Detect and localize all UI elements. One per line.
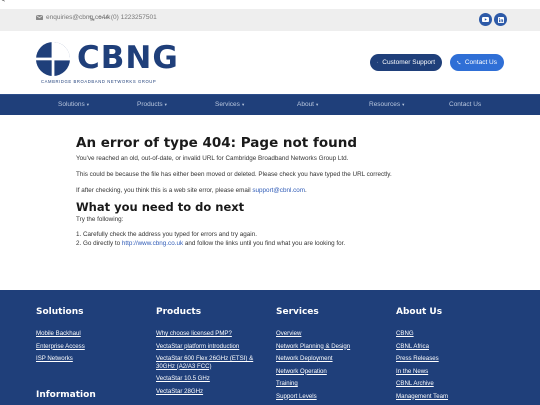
- nav-label: Solutions: [58, 101, 85, 108]
- footer-link[interactable]: Support Levels: [276, 393, 350, 401]
- phone-icon: [89, 14, 95, 21]
- nav-label: Products: [137, 101, 163, 108]
- footer-link[interactable]: Overview: [276, 330, 350, 338]
- paragraph-text: .: [305, 187, 307, 194]
- cbng-homepage-link[interactable]: http://www.cbng.co.uk: [122, 240, 183, 247]
- footer-link[interactable]: Enterprise Access: [36, 343, 85, 351]
- footer-link[interactable]: Press Releases: [396, 355, 448, 363]
- footer-heading-information: Information: [36, 390, 96, 400]
- step-1: 1. Carefully check the address you typed…: [76, 231, 257, 238]
- main-navigation: Solutions ▾ Products ▾ Services ▾ About ▾ Re…: [0, 94, 540, 115]
- footer-link[interactable]: Network Planning & Design: [276, 343, 350, 351]
- site-footer: Solutions Mobile Backhaul Enterprise Acc…: [0, 290, 540, 405]
- footer-link[interactable]: Network Deployment: [276, 355, 350, 363]
- customer-support-label: Customer Support: [382, 59, 435, 66]
- caret-down-icon: ▾: [316, 102, 319, 107]
- nav-label: About: [297, 101, 314, 108]
- site-header: CBNG CAMBRIDGE BROADBAND NETWORKS GROUP …: [0, 31, 540, 94]
- nav-item-about[interactable]: About ▾: [297, 101, 318, 108]
- nav-item-services[interactable]: Services ▾: [215, 101, 244, 108]
- nav-label: Resources: [369, 101, 401, 108]
- footer-heading: About Us: [396, 307, 443, 317]
- support-email-link[interactable]: support@cbnl.com: [252, 187, 305, 194]
- corner-mark: <: [1, 0, 6, 4]
- nav-label: Services: [215, 101, 240, 108]
- next-steps-heading: What you need to do next: [76, 200, 245, 214]
- top-bar: enquiries@cbng.co.uk +44 (0) 1223257501: [0, 9, 540, 31]
- footer-link[interactable]: CBNG: [396, 330, 448, 338]
- caret-down-icon: ▾: [164, 102, 167, 107]
- try-following-text: Try the following:: [76, 216, 124, 223]
- envelope-icon: [36, 15, 43, 20]
- phone-text: +44 (0) 1223257501: [98, 14, 157, 21]
- caret-down-icon: ▾: [402, 102, 405, 107]
- error-paragraph-3: If after checking, you think this is a w…: [76, 187, 476, 195]
- contact-us-button[interactable]: Contact Us: [450, 54, 504, 71]
- nav-item-solutions[interactable]: Solutions ▾: [58, 101, 89, 108]
- footer-column-products: Products Why choose licensed PMP? VectaS…: [156, 307, 268, 400]
- youtube-icon[interactable]: [479, 13, 492, 26]
- footer-link[interactable]: CBNL Archive: [396, 380, 448, 388]
- phone-icon: [457, 60, 461, 65]
- footer-column-services: Services Overview Network Planning & Des…: [276, 307, 350, 405]
- footer-link[interactable]: VectaStar 600 Flex 26GHz (ETSI) & 30GHz …: [156, 355, 268, 370]
- globe-logo-icon: [34, 40, 72, 78]
- footer-link[interactable]: In the News: [396, 368, 448, 376]
- footer-column-about: About Us CBNG CBNL Africa Press Releases…: [396, 307, 448, 405]
- nav-label: Contact Us: [449, 101, 482, 108]
- nav-item-products[interactable]: Products ▾: [137, 101, 167, 108]
- footer-link[interactable]: Training: [276, 380, 350, 388]
- headset-icon: [377, 61, 379, 63]
- footer-link[interactable]: VectaStar 10.5 GHz: [156, 375, 268, 383]
- customer-support-button[interactable]: Customer Support: [370, 54, 442, 71]
- footer-link[interactable]: VectaStar platform introduction: [156, 343, 268, 351]
- footer-heading: Services: [276, 307, 319, 317]
- error-paragraph-2: This could be because the file has eithe…: [76, 171, 392, 178]
- step-2: 2. Go directly to http://www.cbng.co.uk …: [76, 240, 476, 248]
- footer-link[interactable]: CBNL Africa: [396, 343, 448, 351]
- logo-tagline: CAMBRIDGE BROADBAND NETWORKS GROUP: [41, 79, 157, 84]
- caret-down-icon: ▾: [241, 102, 245, 107]
- cbng-logo[interactable]: CBNG CAMBRIDGE BROADBAND NETWORKS GROUP: [34, 40, 179, 85]
- footer-link[interactable]: Network Operation: [276, 368, 350, 376]
- step-text: 2. Go directly to: [76, 240, 122, 247]
- nav-item-contact-us[interactable]: Contact Us: [449, 101, 481, 108]
- footer-column-solutions: Solutions Mobile Backhaul Enterprise Acc…: [36, 307, 85, 368]
- error-content: An error of type 404: Page not found You…: [76, 135, 476, 248]
- logo-wordmark: CBNG: [77, 40, 179, 76]
- contact-us-label: Contact Us: [464, 59, 497, 66]
- error-paragraph-1: You've reached an old, out-of-date, or i…: [76, 155, 349, 162]
- caret-down-icon: ▾: [86, 102, 90, 107]
- footer-link[interactable]: Mobile Backhaul: [36, 330, 85, 338]
- footer-heading: Solutions: [36, 307, 84, 317]
- footer-link[interactable]: Why choose licensed PMP?: [156, 330, 268, 338]
- footer-link[interactable]: Management Team: [396, 393, 448, 401]
- footer-link[interactable]: ISP Networks: [36, 355, 85, 363]
- page-title: An error of type 404: Page not found: [76, 135, 357, 151]
- linkedin-icon[interactable]: [494, 13, 507, 26]
- phone-contact[interactable]: +44 (0) 1223257501: [89, 14, 157, 21]
- paragraph-text: If after checking, you think this is a w…: [76, 187, 253, 194]
- nav-item-resources[interactable]: Resources ▾: [369, 101, 404, 108]
- footer-link[interactable]: VectaStar 28GHz: [156, 388, 268, 396]
- footer-heading: Products: [156, 307, 202, 317]
- step-text: and follow the links until you find what…: [183, 240, 346, 247]
